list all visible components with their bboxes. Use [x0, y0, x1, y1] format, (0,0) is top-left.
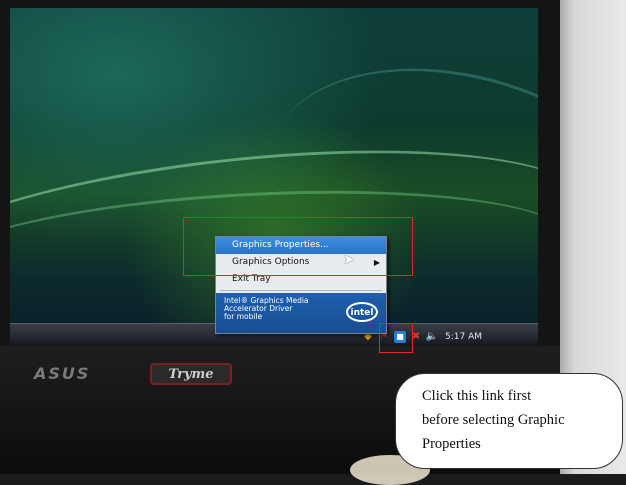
volume-icon[interactable]: 🔈	[426, 331, 438, 343]
tray-clock[interactable]: 5:17 AM	[445, 332, 482, 342]
tryme-sticker: Tryme	[150, 363, 232, 385]
highlight-box-menu	[183, 217, 413, 276]
annotation-callout: Click this link first before selecting G…	[395, 373, 623, 469]
callout-line: before selecting Graphic	[422, 412, 565, 428]
menu-separator	[220, 290, 382, 291]
intel-driver-banner: Intel® Graphics Media Accelerator Driver…	[216, 293, 386, 333]
highlight-box-tray-icon	[379, 323, 413, 353]
callout-line: Properties	[422, 436, 481, 452]
intel-logo: intel	[346, 302, 378, 322]
callout-line: Click this link first	[422, 388, 532, 404]
brand-logo: ASUS	[34, 364, 91, 383]
